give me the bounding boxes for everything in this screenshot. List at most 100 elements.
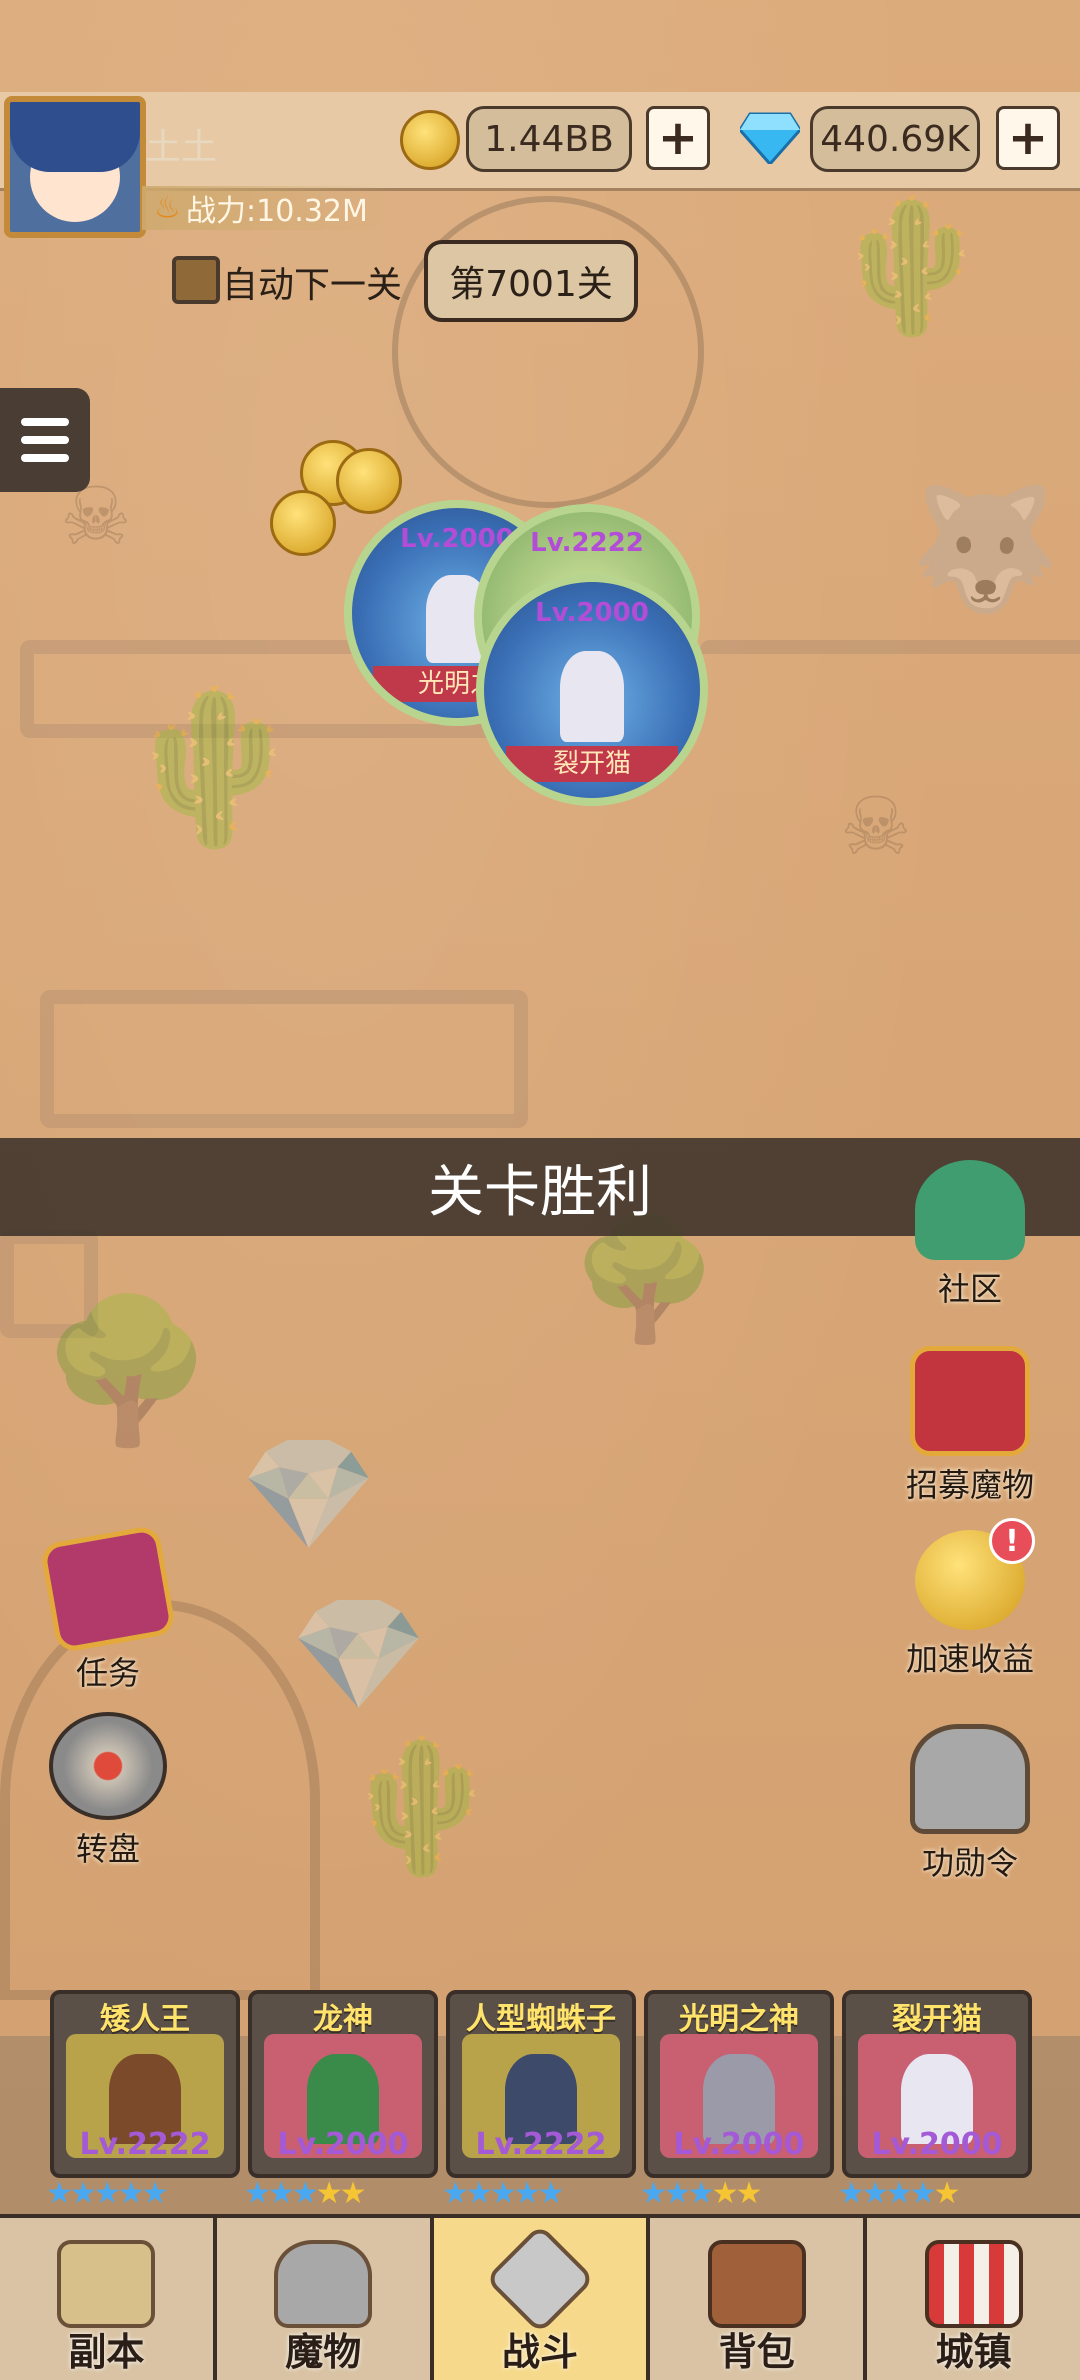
stage-button[interactable]: 第7001关 (424, 240, 638, 322)
hero-level: Lv.2222 (530, 528, 644, 558)
blue-star-icon: ★ (687, 2176, 715, 2211)
hero-level: Lv.2000 (535, 598, 649, 628)
recruit-button[interactable]: 招募魔物 (890, 1346, 1050, 1506)
blue-star-icon: ★ (537, 2176, 565, 2211)
star-rating: ★★★★★ (46, 2176, 169, 2211)
add-gold-button[interactable]: + (646, 106, 710, 170)
team-hero-level: Lv.2000 (871, 2127, 1003, 2162)
blue-star-icon: ★ (93, 2176, 121, 2211)
power-display: ♨ 战力:10.32M (142, 186, 392, 230)
bottom-nav: 副本 魔物 战斗 背包 城镇 (0, 2214, 1080, 2380)
auto-next-label: 自动下一关 (222, 265, 403, 306)
community-button[interactable]: 社区 (890, 1160, 1050, 1310)
blue-star-icon: ★ (465, 2176, 493, 2211)
gold-star-icon: ★ (315, 2176, 343, 2211)
team-hero-level: Lv.2000 (277, 2127, 409, 2162)
blue-star-icon: ★ (838, 2176, 865, 2211)
quest-button[interactable]: 任务 (28, 1524, 188, 1694)
gem-amount: 440.69K (810, 106, 980, 172)
auto-next-checkbox[interactable] (172, 256, 220, 304)
tab-label: 魔物 (285, 2330, 362, 2374)
team-slot[interactable]: 龙神 Lv.2000 (248, 1990, 438, 2178)
shop-icon (924, 2240, 1023, 2328)
coin-drop-icon[interactable] (270, 490, 336, 556)
tab-battle[interactable]: 战斗 (433, 2218, 651, 2380)
player-name: 土土 (145, 127, 218, 168)
gold-star-icon: ★ (339, 2176, 367, 2211)
wheel-icon (49, 1712, 167, 1820)
speed-income-label: 加速收益 (905, 1640, 1034, 1678)
gold-star-icon: ★ (933, 2176, 961, 2211)
hero-name: 裂开猫 (505, 746, 679, 782)
wheel-button[interactable]: 转盘 (28, 1712, 188, 1870)
blue-star-icon: ★ (291, 2176, 319, 2211)
team-hero-name: 龙神 (313, 2002, 373, 2037)
gold-star-icon: ★ (735, 2176, 763, 2211)
team-hero-level: Lv.2222 (79, 2127, 211, 2162)
blue-star-icon: ★ (489, 2176, 517, 2211)
star-rating: ★★★★★ (442, 2176, 565, 2211)
star-rating: ★★★★★ (838, 2176, 961, 2211)
team-slot[interactable]: 裂开猫 Lv.2000 (842, 1990, 1032, 2178)
recruit-label: 招募魔物 (905, 1466, 1034, 1504)
team-slot[interactable]: 人型蜘蛛子 Lv.2222 (446, 1990, 636, 2178)
tab-label: 背包 (718, 2330, 795, 2374)
team-hero-name: 人型蜘蛛子 (466, 2002, 616, 2037)
speed-income-button[interactable]: ! 加速收益 (890, 1518, 1050, 1680)
book-icon (39, 1524, 177, 1654)
blue-star-icon: ★ (442, 2176, 469, 2211)
team-slot[interactable]: 矮人王 Lv.2222 (50, 1990, 240, 2178)
helmet-banner-icon (910, 1346, 1030, 1456)
coin-drop-icon[interactable] (336, 448, 402, 514)
tab-label: 副本 (68, 2330, 145, 2374)
tab-label: 战斗 (501, 2330, 578, 2374)
knight-helmet-icon (910, 1724, 1030, 1834)
helmet-icon (274, 2240, 373, 2328)
blue-star-icon: ★ (513, 2176, 541, 2211)
blue-star-icon: ★ (861, 2176, 889, 2211)
blue-star-icon: ★ (141, 2176, 169, 2211)
star-rating: ★★★★★ (640, 2176, 763, 2211)
tab-town[interactable]: 城镇 (867, 2218, 1080, 2380)
power-value: 战力:10.32M (186, 194, 368, 229)
flame-icon: ♨ (154, 190, 181, 226)
wheel-label: 转盘 (75, 1830, 140, 1868)
team-slot[interactable]: 光明之神 Lv.2000 (644, 1990, 834, 2178)
blue-star-icon: ★ (663, 2176, 691, 2211)
tab-label: 城镇 (935, 2330, 1012, 2374)
community-label: 社区 (937, 1270, 1002, 1308)
tab-monsters[interactable]: 魔物 (216, 2218, 434, 2380)
avatar[interactable] (4, 96, 146, 238)
map-hero-cat[interactable]: Lv.2000 裂开猫 (476, 574, 708, 806)
team-hero-name: 光明之神 (679, 2002, 799, 2037)
team-hero-name: 裂开猫 (892, 2002, 982, 2037)
blue-star-icon: ★ (46, 2176, 73, 2211)
blue-star-icon: ★ (244, 2176, 271, 2211)
alert-badge: ! (989, 1518, 1035, 1564)
diamond-icon (740, 112, 800, 164)
quest-label: 任务 (75, 1654, 140, 1692)
gold-star-icon: ★ (711, 2176, 739, 2211)
team-hero-level: Lv.2222 (475, 2127, 607, 2162)
merit-order-label: 功勋令 (921, 1844, 1018, 1882)
tab-dungeon[interactable]: 副本 (0, 2218, 217, 2380)
menu-button[interactable] (0, 388, 90, 492)
tab-backpack[interactable]: 背包 (650, 2218, 868, 2380)
blue-star-icon: ★ (909, 2176, 937, 2211)
blue-star-icon: ★ (117, 2176, 145, 2211)
backpack-icon (707, 2240, 806, 2328)
crossed-swords-icon (484, 2223, 596, 2335)
team-hero-level: Lv.2000 (673, 2127, 805, 2162)
team-hero-name: 矮人王 (100, 2002, 190, 2037)
gold-coin-arrow-icon: ! (915, 1518, 1035, 1630)
blue-star-icon: ★ (69, 2176, 97, 2211)
menu-icon (21, 418, 69, 426)
merit-order-button[interactable]: 功勋令 (890, 1724, 1050, 1884)
gold-coin-icon (400, 110, 460, 170)
add-gem-button[interactable]: + (996, 106, 1060, 170)
gold-amount: 1.44BB (466, 106, 632, 172)
star-rating: ★★★★★ (244, 2176, 367, 2211)
blue-star-icon: ★ (640, 2176, 667, 2211)
blue-star-icon: ★ (267, 2176, 295, 2211)
map-icon (57, 2240, 156, 2328)
